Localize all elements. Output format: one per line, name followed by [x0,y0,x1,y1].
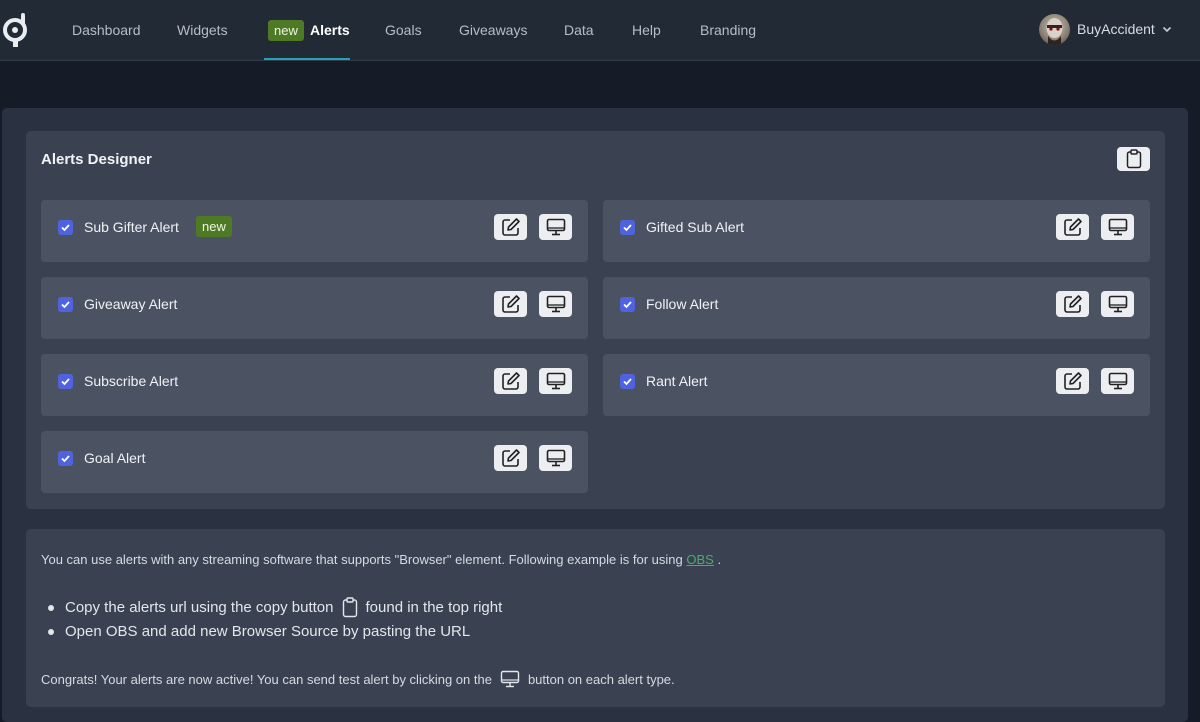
nav-goals[interactable]: Goals [385,0,422,61]
alert-label: Giveaway Alert [84,296,178,312]
edit-button[interactable] [494,291,527,317]
monitor-icon [546,372,565,390]
nav-active-indicator [264,58,350,60]
logo-icon[interactable] [2,10,32,48]
alert-checkbox[interactable] [620,374,635,389]
check-icon [61,224,70,232]
bullet-text: Copy the alerts url using the copy butto… [65,599,334,616]
nav-branding[interactable]: Branding [700,0,756,61]
obs-link[interactable]: OBS [686,552,713,567]
bullet-dot [48,628,54,635]
monitor-icon [500,670,520,688]
nav-help[interactable]: Help [632,0,661,61]
chevron-down-icon [1162,26,1171,33]
alert-card-sub-gifter: Sub Gifter Alert new [41,200,588,262]
test-alert-button[interactable] [1101,214,1134,240]
info-bullet-obs: Open OBS and add new Browser Source by p… [48,623,470,640]
nav-alerts[interactable]: Alerts [310,0,350,61]
info-intro-text: You can use alerts with any streaming so… [41,552,683,567]
congrats-text: button on each alert type. [527,671,675,687]
alert-checkbox[interactable] [58,220,73,235]
check-icon [623,224,632,232]
bullet-dot [48,604,54,611]
test-alert-button[interactable] [539,445,572,471]
clipboard-icon [1126,149,1141,169]
alert-checkbox[interactable] [58,374,73,389]
alert-card-follow: Follow Alert [603,277,1150,339]
new-badge: new [196,216,232,237]
alert-checkbox[interactable] [58,297,73,312]
monitor-icon [546,449,565,467]
edit-button[interactable] [494,214,527,240]
edit-button[interactable] [1056,368,1089,394]
nav-data[interactable]: Data [564,0,594,61]
alert-card-giveaway: Giveaway Alert [41,277,588,339]
alert-checkbox[interactable] [58,451,73,466]
edit-icon [501,449,520,467]
edit-icon [501,295,520,313]
check-icon [623,378,632,386]
alert-checkbox[interactable] [620,220,635,235]
edit-icon [501,372,520,390]
edit-button[interactable] [1056,291,1089,317]
congrats-text: Congrats! Your alerts are now active! Yo… [41,671,492,687]
edit-icon [1063,295,1082,313]
monitor-icon [1108,372,1127,390]
alert-label: Gifted Sub Alert [646,219,745,235]
edit-button[interactable] [1056,214,1089,240]
page-title: Alerts Designer [41,151,152,168]
monitor-icon [546,295,565,313]
alert-card-subscribe: Subscribe Alert [41,354,588,416]
alert-card-gifted-sub: Gifted Sub Alert [603,200,1150,262]
user-menu[interactable]: BuyAccident [1039,13,1172,45]
edit-icon [1063,218,1082,236]
check-icon [623,301,632,309]
edit-icon [501,218,520,236]
alert-label: Rant Alert [646,373,708,389]
monitor-icon [1108,295,1127,313]
monitor-icon [546,218,565,236]
edit-button[interactable] [494,445,527,471]
nav-widgets[interactable]: Widgets [177,0,228,61]
avatar [1039,13,1070,45]
alert-checkbox[interactable] [620,297,635,312]
alert-label: Sub Gifter Alert [84,219,179,235]
alert-card-goal: Goal Alert [41,431,588,493]
info-intro: You can use alerts with any streaming so… [41,552,721,567]
info-intro-end: . [717,552,722,567]
nav-dashboard[interactable]: Dashboard [72,0,141,61]
alert-label: Subscribe Alert [84,373,179,389]
bullet-text: found in the top right [365,599,503,616]
info-bullet-copy: Copy the alerts url using the copy butto… [48,597,502,618]
top-nav: Dashboard Widgets new Alerts Goals Givea… [0,0,1200,61]
info-congrats: Congrats! Your alerts are now active! Yo… [41,670,675,688]
test-alert-button[interactable] [539,291,572,317]
check-icon [61,455,70,463]
bullet-text: Open OBS and add new Browser Source by p… [65,623,471,640]
check-icon [61,301,70,309]
test-alert-button[interactable] [539,214,572,240]
alert-label: Follow Alert [646,296,719,312]
edit-icon [1063,372,1082,390]
test-alert-button[interactable] [1101,291,1134,317]
nav-giveaways[interactable]: Giveaways [459,0,527,61]
edit-button[interactable] [494,368,527,394]
nav-alerts-new-badge: new [268,20,304,41]
clipboard-icon [342,597,358,618]
check-icon [61,378,70,386]
user-name: BuyAccident [1077,21,1155,37]
copy-url-button[interactable] [1117,147,1150,171]
test-alert-button[interactable] [539,368,572,394]
test-alert-button[interactable] [1101,368,1134,394]
alert-label: Goal Alert [84,450,146,466]
monitor-icon [1108,218,1127,236]
alert-card-rant: Rant Alert [603,354,1150,416]
